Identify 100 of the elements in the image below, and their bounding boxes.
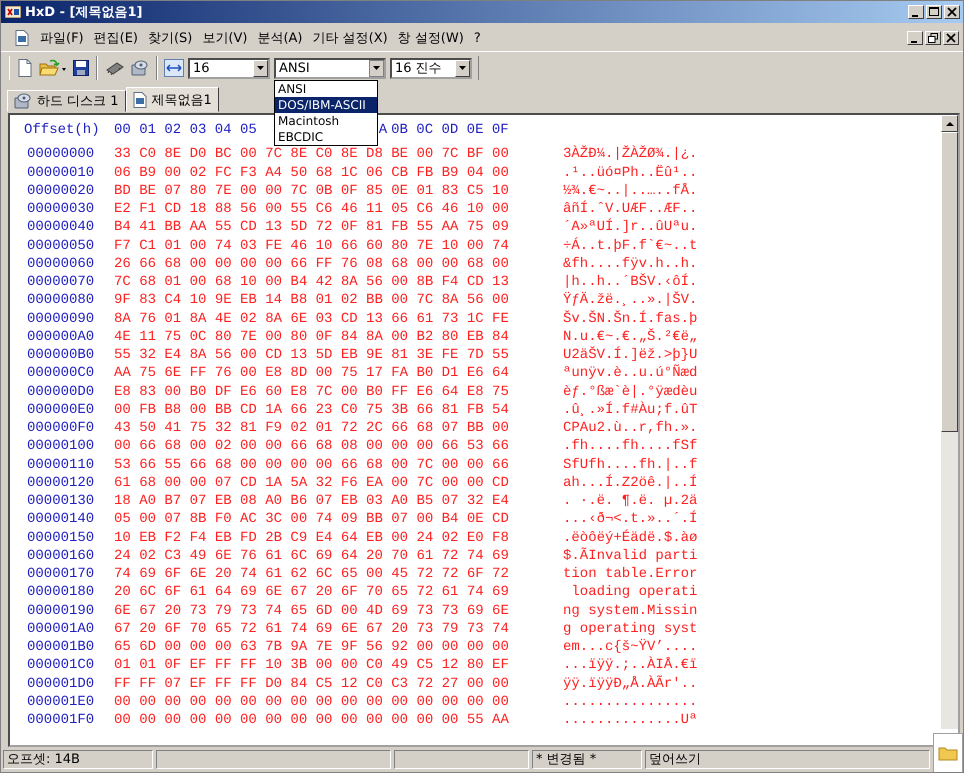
offset-label: 000001E0 <box>26 692 96 711</box>
minimize-button[interactable] <box>907 31 923 45</box>
hex-bytes: 05 00 07 8B F0 AC 3C 00 74 09 BB 07 00 B4 0E CD <box>114 510 510 528</box>
caret-icon <box>455 60 470 76</box>
offset-label: 00000140 <box>26 510 96 528</box>
mode-status: 덮어쓰기 <box>645 750 930 769</box>
text-bytes: .û¸.»Í.f#Àu;f.ûT <box>563 400 698 419</box>
hex-bytes: 00 00 00 00 00 00 00 00 00 00 00 00 00 00 00 00 <box>114 692 510 711</box>
charset-option[interactable]: Macintosh <box>275 112 377 128</box>
text-bytes: ................ <box>563 692 698 711</box>
hex-bytes: 8A 76 01 8A 4E 02 8A 6E 03 CD 13 66 61 73 1C FE <box>114 310 510 328</box>
offset-label: 00000160 <box>26 546 96 565</box>
text-bytes: SfUfh....fh.|..f <box>563 456 698 474</box>
column-heading: 00 <box>114 121 132 140</box>
offset-heading: Offset(h) <box>24 121 101 140</box>
offset-label: 00000090 <box>26 310 96 328</box>
menu-item[interactable]: ? <box>468 30 486 46</box>
offset-label: 000001D0 <box>26 674 96 693</box>
folder-icon <box>938 745 958 761</box>
text-bytes: g operating syst <box>563 620 698 638</box>
offset-label: 00000030 <box>26 200 96 218</box>
offset-label: 000001B0 <box>26 638 96 656</box>
vertical-scrollbar[interactable] <box>941 115 958 729</box>
offset-label: 000001F0 <box>26 711 96 730</box>
hex-bytes: 00 66 68 00 02 00 00 66 68 08 00 00 00 66 53 66 <box>114 437 510 456</box>
menu-item[interactable]: 파일(F) <box>35 29 89 47</box>
hex-bytes: E8 83 00 B0 DF E6 60 E8 7C 00 B0 FF E6 64 E8 75 <box>114 382 510 401</box>
offset-label: 00000170 <box>26 565 96 584</box>
hex-bytes: 18 A0 B7 07 EB 08 A0 B6 07 EB 03 A0 B5 07 32 E4 <box>114 492 510 510</box>
text-bytes: ŸƒÄ.žë.¸..».|ŠV. <box>563 291 698 310</box>
offset-label: 00000070 <box>26 273 96 292</box>
menu-item[interactable]: 분석(A) <box>252 29 308 47</box>
text-bytes: . ·.ë. ¶.ë. µ.2ä <box>563 492 698 510</box>
disk-button[interactable] <box>130 58 150 78</box>
hex-bytes: 26 66 68 00 00 00 00 66 FF 76 08 68 00 00 68 00 <box>114 254 510 273</box>
width-arrows-icon <box>164 59 184 77</box>
offset-label: 000000E0 <box>26 400 96 419</box>
offset-label: 00000190 <box>26 602 96 620</box>
offset-label: 000000F0 <box>26 419 96 438</box>
caret-icon <box>253 60 268 76</box>
close-button[interactable] <box>944 5 960 19</box>
close-button[interactable] <box>943 31 959 45</box>
maximize-button[interactable] <box>926 5 942 19</box>
hex-bytes: E2 F1 CD 18 88 56 00 55 C6 46 11 05 C6 46 10 00 <box>114 200 510 218</box>
maximize-icon <box>929 7 939 17</box>
minimize-button[interactable] <box>908 5 924 19</box>
offset-label: 00000020 <box>26 182 96 200</box>
text-bytes: .ëòôëý+Éädë.$.àø <box>563 528 698 547</box>
text-bytes: &fh....fÿv.h..h. <box>563 254 698 273</box>
hex-bytes: 67 20 6F 70 65 72 61 74 69 6E 67 20 73 79 73 74 <box>114 620 510 638</box>
offset-status: 오프셋: 14B <box>3 750 153 769</box>
charset-option[interactable]: DOS/IBM-ASCII <box>275 96 377 112</box>
tray-button[interactable] <box>933 733 963 772</box>
column-heading: 0B <box>391 121 409 140</box>
hex-bytes: 00 00 00 00 00 00 00 00 00 00 00 00 00 00 55 AA <box>114 711 510 730</box>
menu-item[interactable]: 창 설정(W) <box>392 29 469 47</box>
menu-item[interactable]: 기타 설정(X) <box>307 29 393 47</box>
text-bytes: ...ïÿÿ.;..ÀIÅ.€ï <box>563 656 698 674</box>
offset-label: 00000130 <box>26 492 96 510</box>
hex-bytes: 55 32 E4 8A 56 00 CD 13 5D EB 9E 81 3E FE 7D 55 <box>114 346 510 364</box>
column-heading: 01 <box>139 121 157 140</box>
charset-option[interactable]: EBCDIC <box>275 128 377 144</box>
offset-label: 00000120 <box>26 474 96 492</box>
menu-item[interactable]: 찾기(S) <box>142 29 198 47</box>
document-tab[interactable]: 제목없음1 <box>126 87 219 112</box>
text-bytes: U2äŠV.Í.]ëž.>þ}U <box>563 346 698 364</box>
save-button[interactable] <box>72 59 90 77</box>
offset-label: 00000000 <box>26 145 96 164</box>
offset-label: 00000010 <box>26 164 96 182</box>
offset-label: 000000A0 <box>26 328 96 346</box>
text-bytes: 3ÀŽÐ¼.|ŽÀŽØ¾.|¿. <box>563 145 698 164</box>
text-bytes: $.ÃInvalid parti <box>563 546 698 565</box>
charset-dropdown[interactable]: ANSI <box>274 58 386 78</box>
menu-item[interactable]: 편집(E) <box>88 29 143 47</box>
offset-label: 00000150 <box>26 528 96 547</box>
scroll-up-button[interactable] <box>941 115 958 132</box>
document-tab[interactable]: 하드 디스크 1 <box>7 90 126 112</box>
offset-label: 00000110 <box>26 456 96 474</box>
hex-bytes: 61 68 00 00 07 CD 1A 5A 32 F6 EA 00 7C 00 00 CD <box>114 474 510 492</box>
text-bytes: .fh....fh....fSf <box>563 437 698 456</box>
charset-option[interactable]: ANSI <box>275 80 377 96</box>
hex-bytes: B4 41 BB AA 55 CD 13 5D 72 0F 81 FB 55 AA 75 09 <box>114 218 510 236</box>
column-heading: 0D <box>441 121 460 140</box>
display-base-dropdown[interactable]: 16 진수 <box>390 58 472 78</box>
restore-button[interactable] <box>925 31 941 45</box>
text-bytes: .¹..üó¤Ph..Ëû¹.. <box>563 164 698 182</box>
offset-label: 000001C0 <box>26 656 96 674</box>
text-bytes: ..............Uª <box>563 711 698 730</box>
offset-label: 00000180 <box>26 583 96 602</box>
scroll-thumb[interactable] <box>941 132 958 432</box>
hex-bytes: BD BE 07 80 7E 00 00 7C 0B 0F 85 0E 01 83 C5 10 <box>114 182 510 200</box>
hex-bytes: 10 EB F2 F4 EB FD 2B C9 E4 64 EB 00 24 02 E0 F8 <box>114 528 510 547</box>
hex-bytes: 33 C0 8E D0 BC 00 7C 8E C0 8E D8 BE 00 7C BF 00 <box>114 145 510 164</box>
offset-label: 000000B0 <box>26 346 96 364</box>
column-heading: A <box>378 121 388 140</box>
bytes-per-row-dropdown[interactable]: 16 <box>188 58 270 78</box>
text-bytes: tion table.Error <box>563 565 698 584</box>
column-heading: 05 <box>240 121 258 140</box>
new-file-button[interactable] <box>16 58 34 78</box>
menu-item[interactable]: 보기(V) <box>197 29 252 47</box>
